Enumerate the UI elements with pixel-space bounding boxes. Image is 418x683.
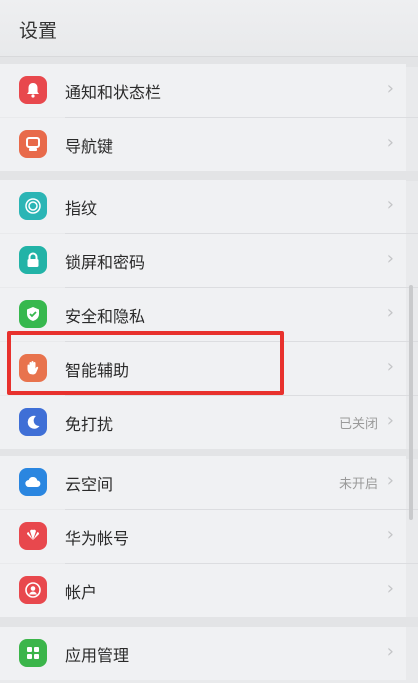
chevron-right-icon: › — [386, 578, 394, 599]
settings-item-app-management[interactable]: 应用管理 › — [0, 627, 406, 680]
settings-item-label: 导航键 — [65, 137, 114, 156]
huawei-logo-icon — [19, 522, 47, 550]
chevron-right-icon: › — [386, 194, 394, 215]
shield-check-icon — [19, 300, 47, 328]
settings-item-label: 应用管理 — [65, 646, 130, 665]
settings-item-label: 免打扰 — [65, 415, 114, 434]
settings-item-accounts[interactable]: 帐户 › — [0, 564, 406, 617]
user-account-icon — [19, 576, 47, 604]
status-value: 已关闭 — [338, 417, 378, 432]
chevron-right-icon: › — [386, 132, 394, 153]
chevron-right-icon: › — [386, 302, 394, 323]
chevron-right-icon: › — [386, 356, 394, 377]
chevron-right-icon: › — [386, 641, 394, 662]
settings-item-do-not-disturb[interactable]: 免打扰 已关闭 › — [0, 396, 406, 449]
chevron-right-icon: › — [386, 410, 394, 431]
fingerprint-icon — [19, 192, 47, 220]
moon-icon — [19, 408, 47, 436]
settings-item-label: 安全和隐私 — [65, 307, 146, 326]
bell-icon — [19, 76, 47, 104]
settings-item-notifications[interactable]: 通知和状态栏 › — [0, 64, 406, 117]
highlight-annotation-box — [7, 331, 284, 395]
settings-item-label: 指纹 — [65, 199, 98, 218]
settings-item-fingerprint[interactable]: 指纹 › — [0, 180, 406, 233]
chevron-right-icon: › — [386, 248, 394, 269]
settings-item-navigation-keys[interactable]: 导航键 › — [0, 118, 406, 171]
settings-item-label: 云空间 — [65, 475, 114, 494]
settings-item-label: 通知和状态栏 — [65, 83, 162, 102]
settings-item-lock-screen[interactable]: 锁屏和密码 › — [0, 234, 406, 287]
apps-grid-icon — [19, 639, 47, 667]
app-header: 设置 — [0, 0, 418, 57]
settings-item-huawei-id[interactable]: 华为帐号 › — [0, 510, 406, 563]
chevron-right-icon: › — [386, 524, 394, 545]
chevron-right-icon: › — [386, 470, 394, 491]
navigation-keys-icon — [19, 130, 47, 158]
lock-icon — [19, 246, 47, 274]
page-title: 设置 — [19, 20, 58, 42]
settings-item-label: 锁屏和密码 — [65, 253, 146, 272]
section-gap — [0, 617, 418, 627]
settings-item-cloud[interactable]: 云空间 未开启 › — [0, 456, 406, 509]
settings-item-label: 帐户 — [65, 583, 98, 602]
scrollbar[interactable] — [409, 285, 413, 520]
cloud-icon — [19, 468, 47, 496]
settings-item-label: 华为帐号 — [65, 529, 130, 548]
status-value: 未开启 — [338, 477, 378, 492]
chevron-right-icon: › — [386, 78, 394, 99]
